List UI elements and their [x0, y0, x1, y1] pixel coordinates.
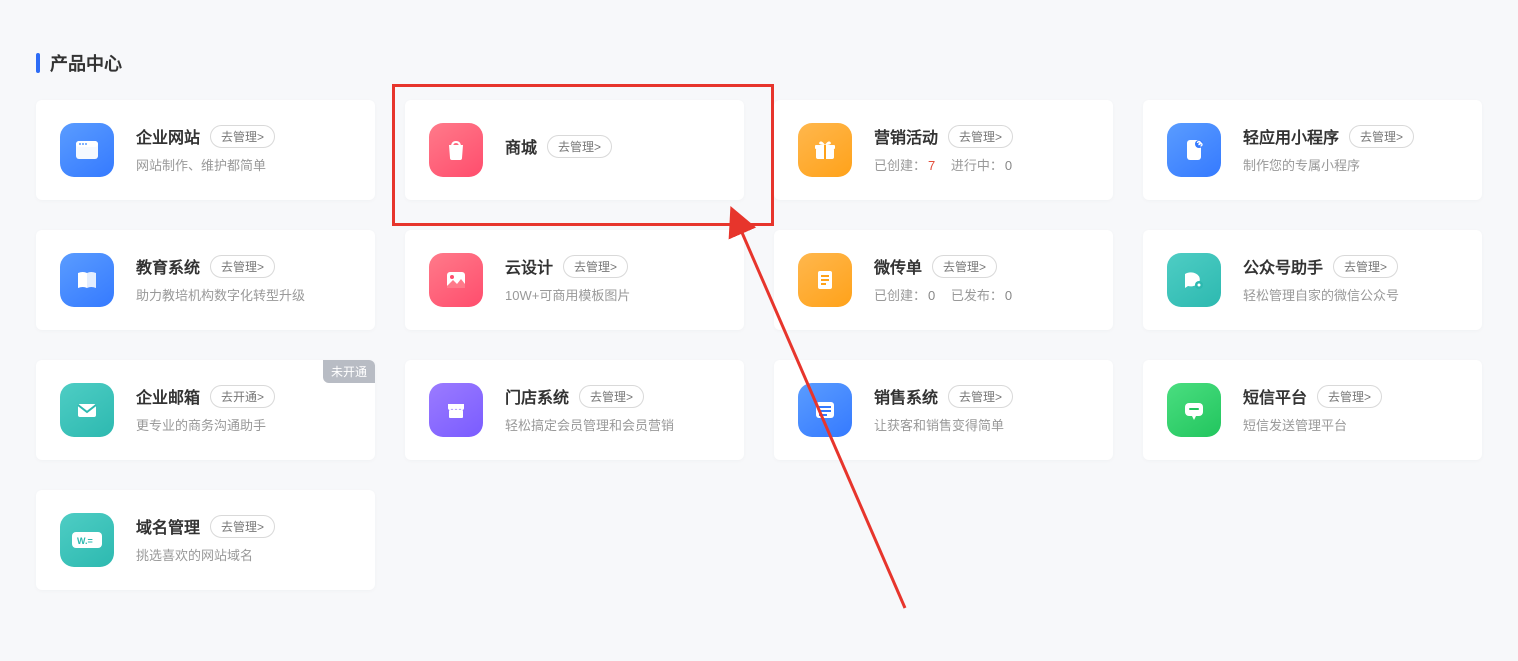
card-desc: 10W+可商用模板图片 [505, 286, 720, 306]
window-icon [60, 123, 114, 177]
card-sales[interactable]: 销售系统 去管理> 让获客和销售变得简单 [774, 360, 1113, 460]
gift-icon [798, 123, 852, 177]
manage-button[interactable]: 去管理> [948, 125, 1013, 148]
image-icon [429, 253, 483, 307]
domain-icon: W.= [60, 513, 114, 567]
card-miniapp[interactable]: 轻应用小程序 去管理> 制作您的专属小程序 [1143, 100, 1482, 200]
card-title: 短信平台 [1243, 384, 1307, 408]
created-count: 0 [928, 288, 935, 303]
card-desc: 短信发送管理平台 [1243, 416, 1458, 436]
manage-button[interactable]: 去管理> [547, 135, 612, 158]
manage-button[interactable]: 去管理> [210, 515, 275, 538]
card-desc: 让获客和销售变得简单 [874, 416, 1089, 436]
section-accent-bar [36, 53, 40, 73]
card-sms[interactable]: 短信平台 去管理> 短信发送管理平台 [1143, 360, 1482, 460]
created-count: 7 [928, 158, 935, 173]
open-button[interactable]: 去开通> [210, 385, 275, 408]
miniapp-icon [1167, 123, 1221, 177]
card-site[interactable]: 企业网站 去管理> 网站制作、维护都简单 [36, 100, 375, 200]
card-edu[interactable]: 教育系统 去管理> 助力教培机构数字化转型升级 [36, 230, 375, 330]
card-title: 公众号助手 [1243, 254, 1323, 278]
card-design[interactable]: 云设计 去管理> 10W+可商用模板图片 [405, 230, 744, 330]
card-title: 企业网站 [136, 124, 200, 148]
card-desc: 助力教培机构数字化转型升级 [136, 286, 351, 306]
list-icon [798, 383, 852, 437]
manage-button[interactable]: 去管理> [1333, 255, 1398, 278]
card-title: 微传单 [874, 254, 922, 278]
card-mall[interactable]: 商城 去管理> [405, 100, 744, 200]
manage-button[interactable]: 去管理> [932, 255, 997, 278]
card-stats: 已创建：0 已发布：0 [874, 286, 1089, 306]
card-title: 门店系统 [505, 384, 569, 408]
unopened-badge: 未开通 [323, 360, 375, 383]
card-mp[interactable]: 公众号助手 去管理> 轻松管理自家的微信公众号 [1143, 230, 1482, 330]
card-desc: 轻松管理自家的微信公众号 [1243, 286, 1458, 306]
card-desc: 挑选喜欢的网站域名 [136, 546, 351, 566]
product-grid: 企业网站 去管理> 网站制作、维护都简单 商城 去管理> 营销活动 去管理> [0, 100, 1518, 590]
card-desc: 更专业的商务沟通助手 [136, 416, 351, 436]
message-icon [1167, 383, 1221, 437]
manage-button[interactable]: 去管理> [1317, 385, 1382, 408]
mail-icon [60, 383, 114, 437]
card-title: 轻应用小程序 [1243, 124, 1339, 148]
chat-gear-icon [1167, 253, 1221, 307]
card-title: 教育系统 [136, 254, 200, 278]
card-domain[interactable]: W.= 域名管理 去管理> 挑选喜欢的网站域名 [36, 490, 375, 590]
card-desc: 轻松搞定会员管理和会员营销 [505, 416, 720, 436]
running-count: 0 [1005, 158, 1012, 173]
section-title: 产品中心 [50, 50, 122, 76]
card-store[interactable]: 门店系统 去管理> 轻松搞定会员管理和会员营销 [405, 360, 744, 460]
card-marketing[interactable]: 营销活动 去管理> 已创建：7 进行中：0 [774, 100, 1113, 200]
card-desc: 制作您的专属小程序 [1243, 156, 1458, 176]
card-mail[interactable]: 未开通 企业邮箱 去开通> 更专业的商务沟通助手 [36, 360, 375, 460]
card-title: 云设计 [505, 254, 553, 278]
card-title: 营销活动 [874, 124, 938, 148]
section-header: 产品中心 [0, 0, 1518, 100]
card-desc: 网站制作、维护都简单 [136, 156, 351, 176]
card-title: 域名管理 [136, 514, 200, 538]
manage-button[interactable]: 去管理> [210, 125, 275, 148]
store-icon [429, 383, 483, 437]
published-count: 0 [1005, 288, 1012, 303]
svg-text:W.=: W.= [77, 536, 93, 546]
manage-button[interactable]: 去管理> [948, 385, 1013, 408]
manage-button[interactable]: 去管理> [579, 385, 644, 408]
flyer-icon [798, 253, 852, 307]
card-title: 商城 [505, 134, 537, 158]
shopping-bag-icon [429, 123, 483, 177]
manage-button[interactable]: 去管理> [1349, 125, 1414, 148]
card-stats: 已创建：7 进行中：0 [874, 156, 1089, 176]
card-title: 销售系统 [874, 384, 938, 408]
manage-button[interactable]: 去管理> [563, 255, 628, 278]
card-title: 企业邮箱 [136, 384, 200, 408]
manage-button[interactable]: 去管理> [210, 255, 275, 278]
book-icon [60, 253, 114, 307]
card-flyer[interactable]: 微传单 去管理> 已创建：0 已发布：0 [774, 230, 1113, 330]
